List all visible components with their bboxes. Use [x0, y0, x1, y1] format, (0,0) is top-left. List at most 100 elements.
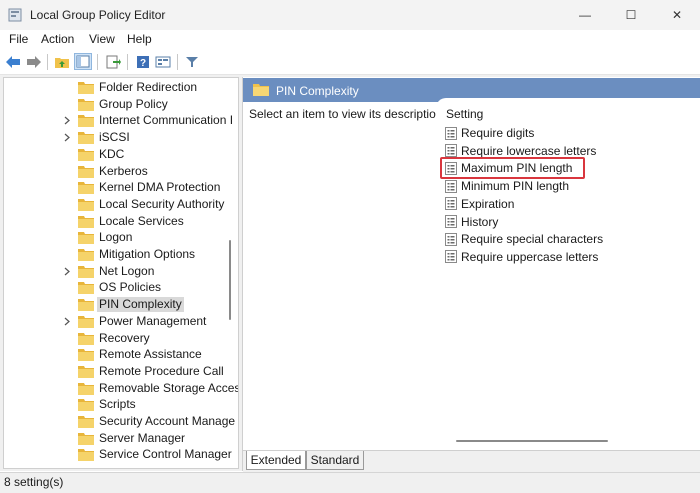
- tree-item-label: Folder Redirection: [99, 80, 198, 94]
- tree-item-label: Remote Procedure Call: [99, 363, 224, 378]
- help-icon: ?: [137, 55, 149, 69]
- tree-item[interactable]: Recovery: [4, 330, 238, 347]
- tree-item[interactable]: Local Security Authority: [4, 196, 238, 213]
- folder-icon: [78, 165, 94, 178]
- tree-item[interactable]: PIN Complexity: [4, 296, 238, 313]
- tree-item[interactable]: KDC: [4, 146, 238, 163]
- tree-item[interactable]: Mitigation Options: [4, 246, 238, 263]
- folder-icon: [78, 81, 94, 94]
- description-text: Select an item to view its description.: [249, 107, 446, 121]
- menu-view[interactable]: View: [89, 32, 115, 46]
- tree-item-label: Removable Storage Acces: [99, 380, 239, 395]
- folder-icon: [78, 265, 94, 278]
- folder-icon: [78, 432, 94, 445]
- setting-row[interactable]: Require digits: [445, 124, 534, 142]
- filter-button[interactable]: [183, 53, 201, 70]
- setting-row[interactable]: History: [445, 213, 498, 231]
- chevron-right-icon[interactable]: [62, 263, 72, 280]
- tree-item[interactable]: Security Account Manage: [4, 413, 238, 430]
- setting-row[interactable]: Require uppercase letters: [445, 248, 598, 266]
- tree-item[interactable]: Group Policy: [4, 96, 238, 113]
- properties-button[interactable]: [154, 53, 172, 70]
- tree-pane[interactable]: Folder Redirection Group Policy Internet C…: [3, 77, 239, 469]
- tree-item[interactable]: Service Control Manager: [4, 446, 238, 463]
- tree-item[interactable]: Locale Services: [4, 213, 238, 230]
- tree-item[interactable]: Kerberos: [4, 163, 238, 180]
- toolbar-separator: [47, 54, 48, 70]
- maximize-button[interactable]: ☐: [608, 0, 654, 30]
- tree-item-label: Security Account Manage: [99, 414, 236, 428]
- setting-row[interactable]: Expiration: [445, 195, 514, 213]
- tree-item[interactable]: Logon: [4, 229, 238, 246]
- highlight-annotation: [440, 157, 585, 179]
- tree-item[interactable]: OS Policies: [4, 279, 238, 296]
- folder-icon: [78, 148, 94, 161]
- folder-icon: [78, 231, 94, 245]
- tree-item-label: Service Control Manager: [99, 447, 232, 462]
- tree-item[interactable]: Remote Procedure Call: [4, 363, 238, 380]
- folder-icon: [78, 281, 94, 295]
- policy-setting-icon: [445, 144, 457, 158]
- properties-icon: [155, 56, 171, 67]
- close-button[interactable]: ✕: [654, 0, 700, 30]
- tree-item-label: Power Management: [99, 313, 207, 328]
- export-list-button[interactable]: [104, 53, 122, 70]
- folder-icon: [78, 315, 94, 328]
- column-header-setting[interactable]: Setting: [446, 107, 483, 121]
- tab-extended[interactable]: Extended: [246, 451, 306, 470]
- folder-icon: [78, 198, 94, 211]
- close-icon: ✕: [671, 8, 683, 22]
- show-hide-tree-button[interactable]: [74, 53, 92, 70]
- folder-icon: [78, 114, 94, 128]
- help-button[interactable]: ?: [134, 53, 152, 70]
- setting-label: History: [461, 214, 499, 229]
- forward-button[interactable]: [25, 53, 43, 70]
- tree-item[interactable]: Internet Communication I: [4, 112, 238, 129]
- tree-item-label: Logon: [99, 230, 133, 245]
- status-bar: [0, 472, 700, 493]
- tree-item[interactable]: iSCSI: [4, 129, 238, 146]
- settings-scrollbar[interactable]: [456, 440, 608, 442]
- folder-icon: [78, 382, 94, 395]
- policy-setting-icon: [445, 197, 457, 211]
- tree-item-label: KDC: [99, 146, 125, 161]
- filter-icon: [186, 56, 198, 67]
- tree-scrollbar[interactable]: [229, 240, 231, 320]
- menu-action[interactable]: Action: [41, 32, 74, 46]
- toolbar-separator: [127, 54, 128, 70]
- tree-item-label: OS Policies: [99, 280, 162, 295]
- folder-icon: [78, 131, 94, 145]
- details-header-title: PIN Complexity: [276, 84, 359, 98]
- setting-row[interactable]: Require special characters: [445, 230, 603, 248]
- chevron-right-icon[interactable]: [62, 313, 72, 330]
- tree-item-label: Remote Assistance: [99, 347, 202, 362]
- tree-item[interactable]: Removable Storage Acces: [4, 380, 238, 397]
- tab-standard[interactable]: Standard: [306, 451, 364, 470]
- setting-row[interactable]: Minimum PIN length: [445, 177, 569, 195]
- minimize-button[interactable]: —: [562, 0, 608, 30]
- menu-help[interactable]: Help: [127, 32, 152, 46]
- up-one-level-button[interactable]: [53, 53, 71, 70]
- window-title: Local Group Policy Editor: [30, 8, 166, 22]
- tree-item-label: Net Logon: [99, 263, 155, 278]
- app-icon: [8, 8, 22, 22]
- chevron-right-icon[interactable]: [62, 129, 72, 146]
- tree-item[interactable]: Server Manager: [4, 430, 238, 447]
- toolbar-separator: [97, 54, 98, 70]
- tree-item[interactable]: Folder Redirection: [4, 79, 238, 96]
- tree-item-label: iSCSI: [99, 130, 130, 145]
- maximize-icon: ☐: [625, 8, 637, 22]
- tree-item[interactable]: Power Management: [4, 313, 238, 330]
- folder-icon: [78, 98, 94, 111]
- tree-item-label: Scripts: [99, 397, 136, 412]
- chevron-right-icon[interactable]: [62, 112, 72, 129]
- menu-file[interactable]: File: [9, 32, 28, 46]
- svg-text:?: ?: [140, 58, 146, 69]
- back-arrow-icon: [6, 55, 20, 68]
- back-button[interactable]: [4, 53, 22, 70]
- tree-item[interactable]: Kernel DMA Protection: [4, 179, 238, 196]
- tree-item[interactable]: Scripts: [4, 396, 238, 413]
- tree-item[interactable]: Remote Assistance: [4, 346, 238, 363]
- tree-item[interactable]: Net Logon: [4, 263, 238, 280]
- minimize-icon: —: [579, 8, 591, 22]
